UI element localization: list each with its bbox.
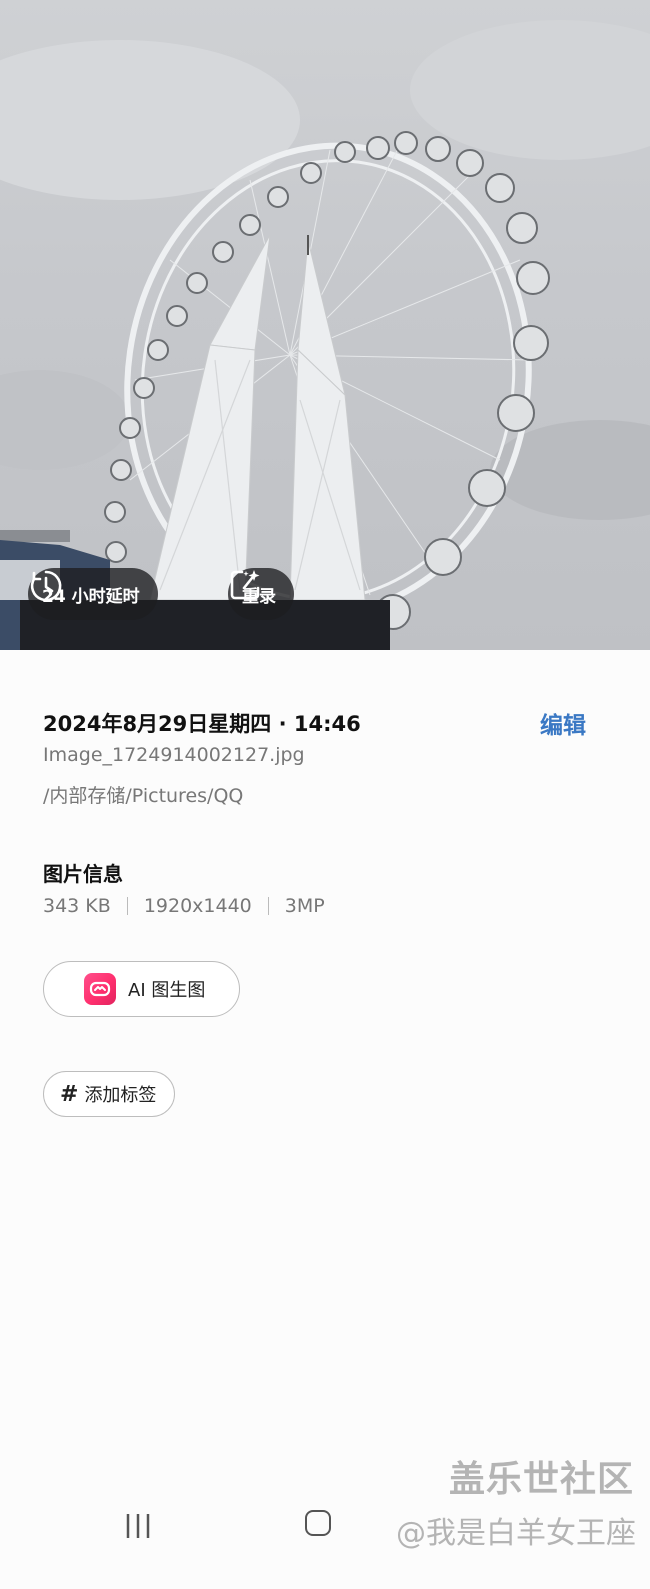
ai-app-logo-icon — [84, 973, 116, 1005]
details-panel: 2024年8月29日星期四 · 14:46 编辑 Image_172491400… — [0, 650, 650, 1589]
ai-button-label: AI 图生图 — [128, 980, 206, 1001]
meta-divider — [267, 897, 269, 915]
image-resolution: 1920x1440 — [143, 895, 252, 917]
file-size: 343 KB — [43, 895, 111, 917]
ferris-wheel-image — [0, 20, 650, 650]
meta-divider — [126, 897, 128, 915]
recent-apps-icon[interactable] — [124, 1512, 154, 1540]
live-24h-button[interactable]: 24 小时延时 — [28, 568, 158, 620]
sparkle-frame-icon — [230, 570, 260, 600]
add-tag-button[interactable]: # 添加标签 — [43, 1071, 175, 1117]
photo-viewer[interactable]: 24 小时延时 重录 — [0, 0, 650, 650]
image-info-title: 图片信息 — [43, 862, 123, 886]
system-nav-bar — [0, 1490, 650, 1560]
edit-button[interactable]: 编辑 — [540, 706, 586, 740]
remaster-button[interactable]: 重录 — [228, 568, 294, 620]
home-icon[interactable] — [305, 1510, 331, 1536]
image-meta-row: 343 KB 1920x1440 3MP — [43, 895, 325, 917]
hash-icon: # — [60, 1081, 79, 1107]
image-megapixels: 3MP — [284, 895, 325, 917]
file-name: Image_1724914002127.jpg — [43, 744, 305, 766]
file-path: /内部存储/Pictures/QQ — [43, 785, 244, 807]
add-tag-label: 添加标签 — [84, 1085, 157, 1106]
photo-datetime: 2024年8月29日星期四 · 14:46 — [43, 712, 361, 736]
ai-image-to-image-button[interactable]: AI 图生图 — [43, 961, 240, 1017]
clock-timer-icon — [30, 570, 62, 602]
